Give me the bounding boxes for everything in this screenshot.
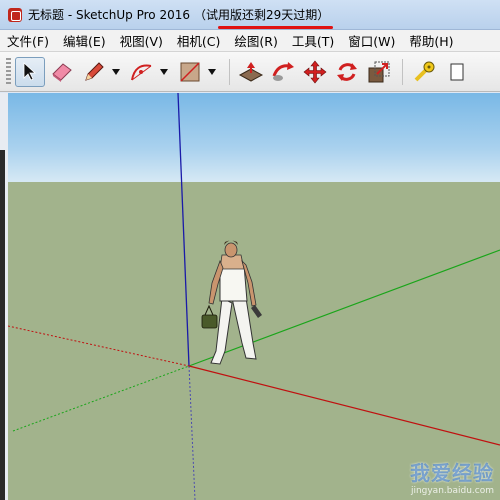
rectangle-tool-dropdown[interactable]: [207, 57, 217, 87]
window-title-text: 无标题 - SketchUp Pro 2016: [28, 8, 190, 22]
chevron-down-icon: [160, 68, 168, 75]
menu-tools[interactable]: 工具(T): [285, 31, 341, 50]
window-title: 无标题 - SketchUp Pro 2016 （试用版还剩29天过期）: [28, 6, 334, 29]
line-tool-button[interactable]: [79, 57, 109, 87]
red-axis: [188, 365, 500, 446]
push-pull-tool-button[interactable]: [236, 57, 266, 87]
follow-me-icon: [272, 61, 294, 81]
tape-measure-tool-button[interactable]: [409, 57, 439, 87]
menu-window[interactable]: 窗口(W): [341, 31, 402, 50]
green-axis-negative: [12, 365, 190, 432]
model-viewport[interactable]: [8, 93, 500, 500]
scale-tool-button[interactable]: [364, 57, 394, 87]
menu-draw[interactable]: 绘图(R): [227, 31, 284, 50]
blue-axis-negative: [188, 365, 196, 500]
toolbar-grip[interactable]: [6, 57, 11, 86]
blue-axis: [177, 93, 190, 367]
window-edge: [0, 150, 5, 500]
eraser-icon: [52, 62, 72, 82]
chevron-down-icon: [112, 68, 120, 75]
dimension-tool-button[interactable]: [441, 57, 471, 87]
line-tool-dropdown[interactable]: [111, 57, 121, 87]
toolbar-separator: [229, 58, 230, 85]
menu-help[interactable]: 帮助(H): [402, 31, 460, 50]
trial-underline-mark: [218, 26, 334, 29]
menu-file[interactable]: 文件(F): [0, 31, 56, 50]
title-bar: 无标题 - SketchUp Pro 2016 （试用版还剩29天过期）: [0, 0, 500, 30]
watermark-text: 我爱经验: [410, 461, 494, 485]
rectangle-icon: [180, 61, 200, 82]
rectangle-tool-button[interactable]: [175, 57, 205, 87]
move-tool-button[interactable]: [300, 57, 330, 87]
red-axis-negative: [8, 325, 190, 367]
arc-tool-button[interactable]: [127, 57, 157, 87]
move-arrows-icon: [303, 60, 327, 83]
arc-icon: [131, 64, 152, 80]
menu-edit[interactable]: 编辑(E): [56, 31, 113, 50]
push-pull-icon: [238, 61, 264, 82]
trial-notice: （试用版还剩29天过期）: [194, 8, 330, 22]
menu-view[interactable]: 视图(V): [113, 31, 170, 50]
scale-figure-person[interactable]: [201, 240, 262, 365]
tape-measure-icon: [414, 61, 435, 81]
rotate-tool-button[interactable]: [332, 57, 362, 87]
sketchup-logo-icon: [8, 7, 22, 22]
toolbar-separator: [402, 58, 403, 85]
chevron-down-icon: [208, 68, 216, 75]
arc-tool-dropdown[interactable]: [159, 57, 169, 87]
main-toolbar: [0, 52, 500, 92]
watermark: 我爱经验 jingyan.baidu.com: [410, 457, 494, 496]
pencil-icon: [85, 61, 104, 81]
follow-me-tool-button[interactable]: [268, 57, 298, 87]
menu-bar: 文件(F) 编辑(E) 视图(V) 相机(C) 绘图(R) 工具(T) 窗口(W…: [0, 30, 500, 52]
scale-icon: [368, 61, 390, 82]
eraser-tool-button[interactable]: [47, 57, 77, 87]
scene-canvas[interactable]: [8, 93, 500, 500]
dimension-icon: [450, 63, 464, 80]
watermark-url: jingyan.baidu.com: [410, 486, 494, 496]
rotate-icon: [337, 62, 357, 81]
select-tool-button[interactable]: [15, 56, 45, 87]
arrow-cursor-icon: [23, 61, 37, 81]
menu-camera[interactable]: 相机(C): [170, 31, 227, 50]
